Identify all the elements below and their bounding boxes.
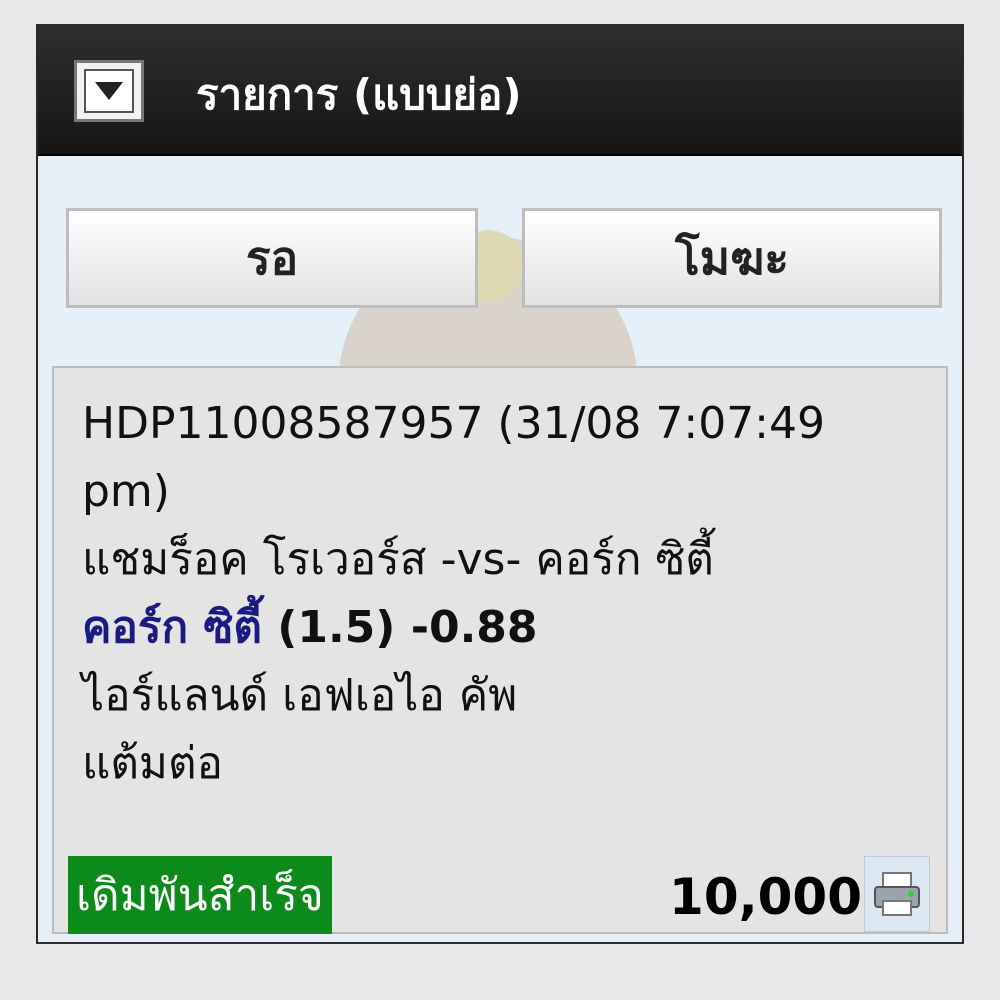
tab-void[interactable]: โมฆะ <box>522 208 942 308</box>
bet-type: แต้มต่อ <box>82 738 223 789</box>
status-badge: เดิมพันสำเร็จ <box>68 856 332 934</box>
bet-list-panel: รายการ (แบบย่อ) รอ โมฆะ HDP11008587957 (… <box>36 24 964 944</box>
selection: คอร์ก ซิตี้ (1.5) -0.88 <box>82 594 918 662</box>
panel-header: รายการ (แบบย่อ) <box>38 26 962 156</box>
chevron-down-icon <box>84 69 134 113</box>
selection-odds: (1.5) -0.88 <box>277 602 538 653</box>
printer-icon[interactable] <box>864 856 930 932</box>
tab-bar: รอ โมฆะ <box>66 208 942 308</box>
match-name: แชมร็อค โรเวอร์ส -vs- คอร์ก ซิตี้ <box>82 534 714 585</box>
bet-ticket: HDP11008587957 (31/08 7:07:49 pm) แชมร็อ… <box>52 366 948 934</box>
stake-amount: 10,000 <box>669 868 862 926</box>
selection-team: คอร์ก ซิตี้ <box>82 602 262 653</box>
collapse-button[interactable] <box>74 60 144 122</box>
panel-title: รายการ (แบบย่อ) <box>196 70 522 119</box>
league-name: ไอร์แลนด์ เอฟเอไอ คัพ <box>82 670 518 721</box>
tab-waiting[interactable]: รอ <box>66 208 478 308</box>
ticket-reference: HDP11008587957 (31/08 7:07:49 pm) <box>82 398 825 517</box>
